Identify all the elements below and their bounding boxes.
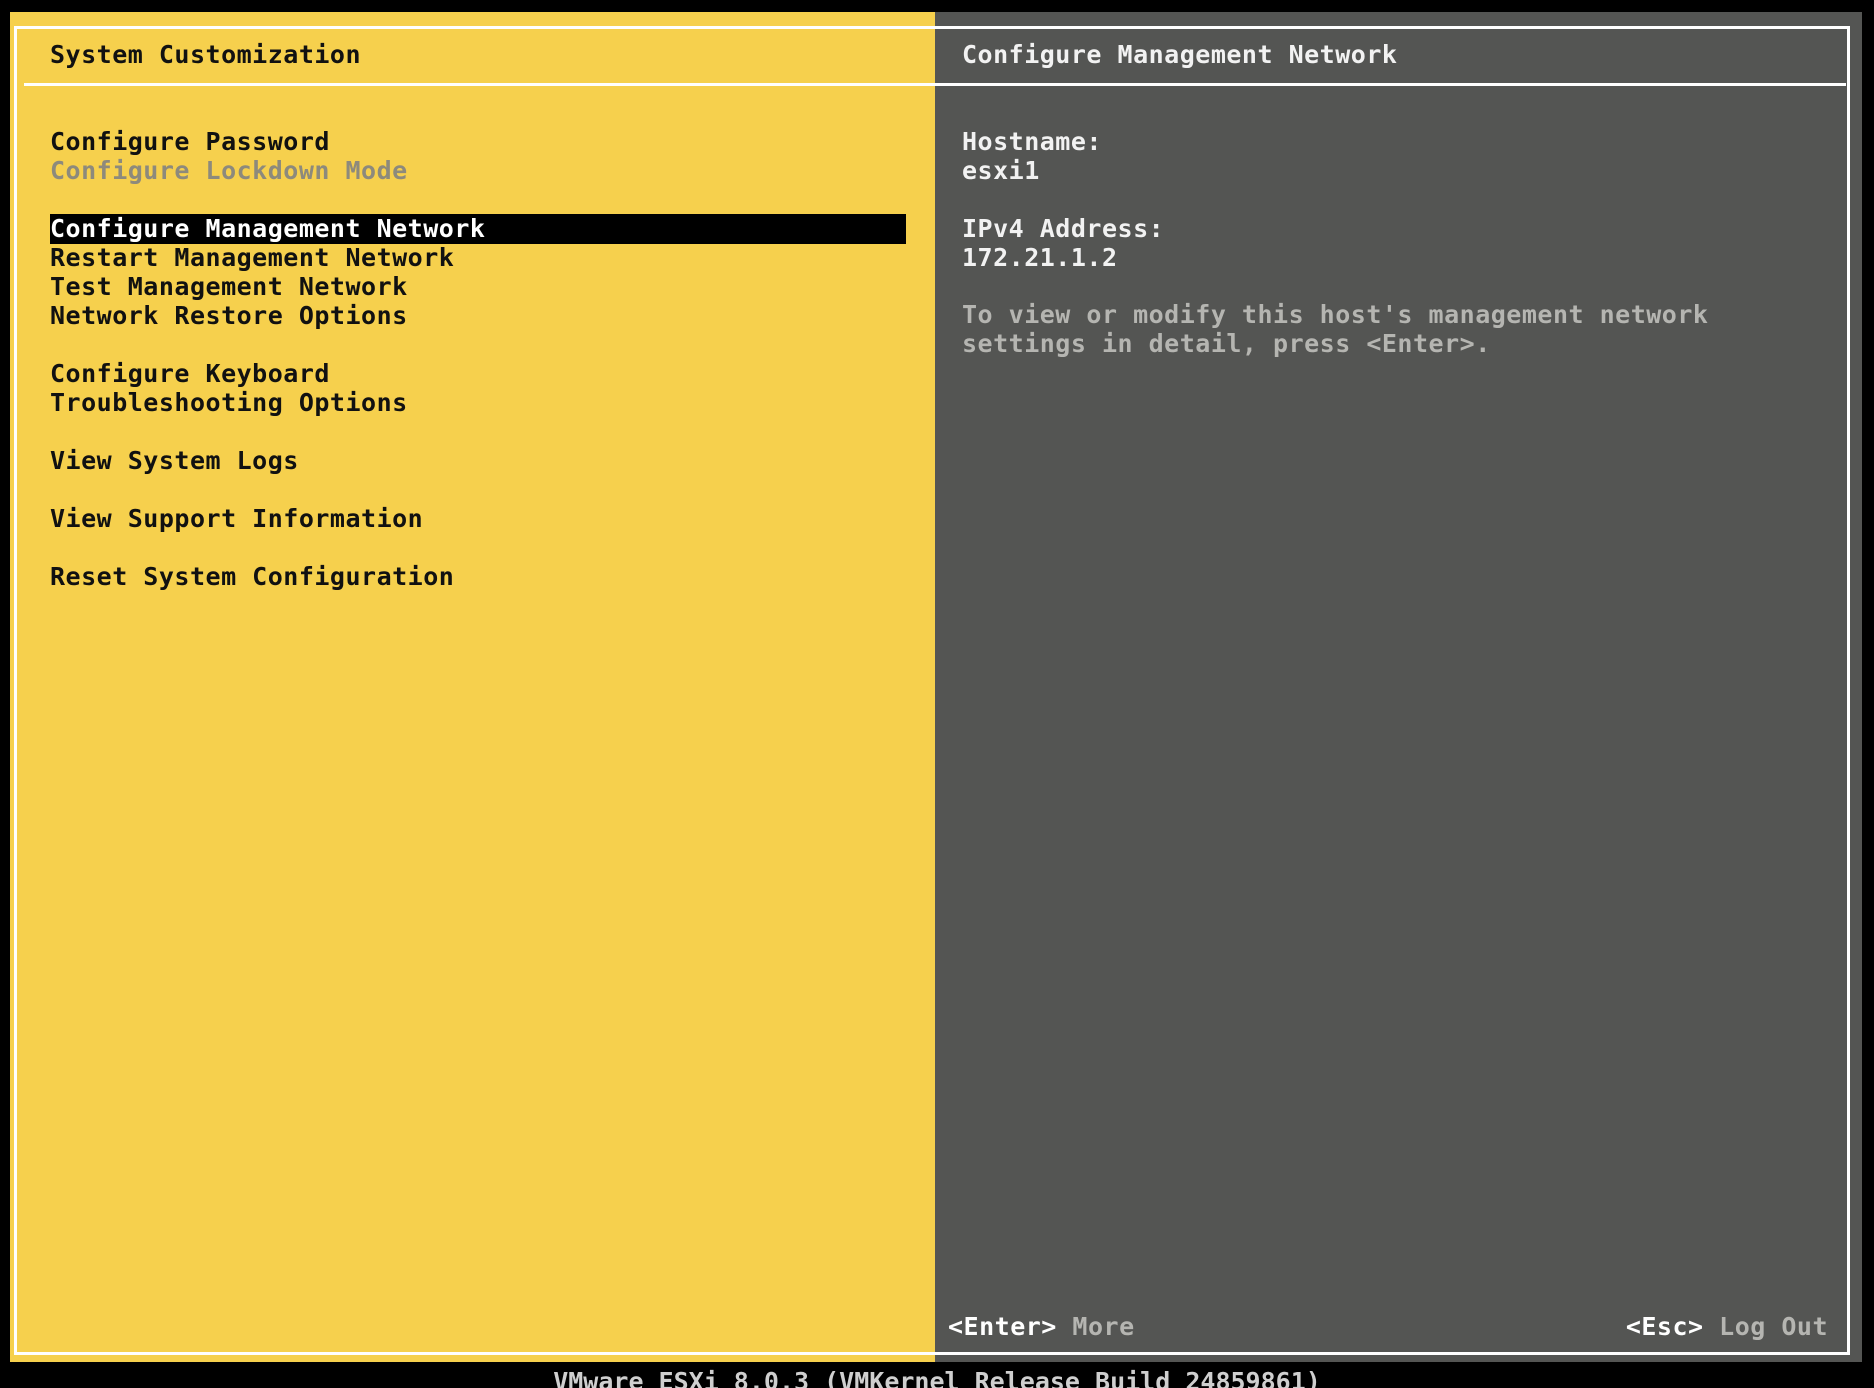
menu-item-configure-management-network[interactable]: Configure Management Network xyxy=(50,214,485,243)
status-bar: VMware ESXi 8.0.3 (VMKernel Release Buil… xyxy=(553,1367,1321,1388)
menu-item-test-management-network[interactable]: Test Management Network xyxy=(50,272,408,301)
esc-action-label: Log Out xyxy=(1719,1312,1828,1341)
enter-key-label: <Enter> xyxy=(948,1312,1057,1341)
menu-item-restart-management-network[interactable]: Restart Management Network xyxy=(50,243,454,272)
details-description: To view or modify this host's management… xyxy=(962,300,1709,358)
ipv4-address-value: 172.21.1.2 xyxy=(962,243,1118,272)
menu-item-view-support-information[interactable]: View Support Information xyxy=(50,504,423,533)
hostname-label: Hostname: xyxy=(962,127,1102,156)
menu-item-configure-lockdown-mode: Configure Lockdown Mode xyxy=(50,156,408,185)
enter-action-label: More xyxy=(1072,1312,1135,1341)
esc-key-label: <Esc> xyxy=(1625,1312,1704,1341)
menu-item-configure-keyboard[interactable]: Configure Keyboard xyxy=(50,359,330,388)
hostname-value: esxi1 xyxy=(962,156,1040,185)
menu-item-network-restore-options[interactable]: Network Restore Options xyxy=(50,301,408,330)
footer-enter-hint[interactable]: <Enter> More xyxy=(948,1312,1135,1341)
menu-item-troubleshooting-options[interactable]: Troubleshooting Options xyxy=(50,388,408,417)
ipv4-address-label: IPv4 Address: xyxy=(962,214,1165,243)
details-title: Configure Management Network xyxy=(962,40,1398,69)
menu-item-configure-password[interactable]: Configure Password xyxy=(50,127,330,156)
menu-item-view-system-logs[interactable]: View System Logs xyxy=(50,446,299,475)
esxi-dcui-screen: System Customization Configure Managemen… xyxy=(0,0,1874,1388)
footer-esc-hint[interactable]: <Esc> Log Out xyxy=(1626,1312,1828,1341)
header-divider xyxy=(24,83,1846,86)
menu-item-reset-system-configuration[interactable]: Reset System Configuration xyxy=(50,562,454,591)
menu-title: System Customization xyxy=(50,40,362,69)
